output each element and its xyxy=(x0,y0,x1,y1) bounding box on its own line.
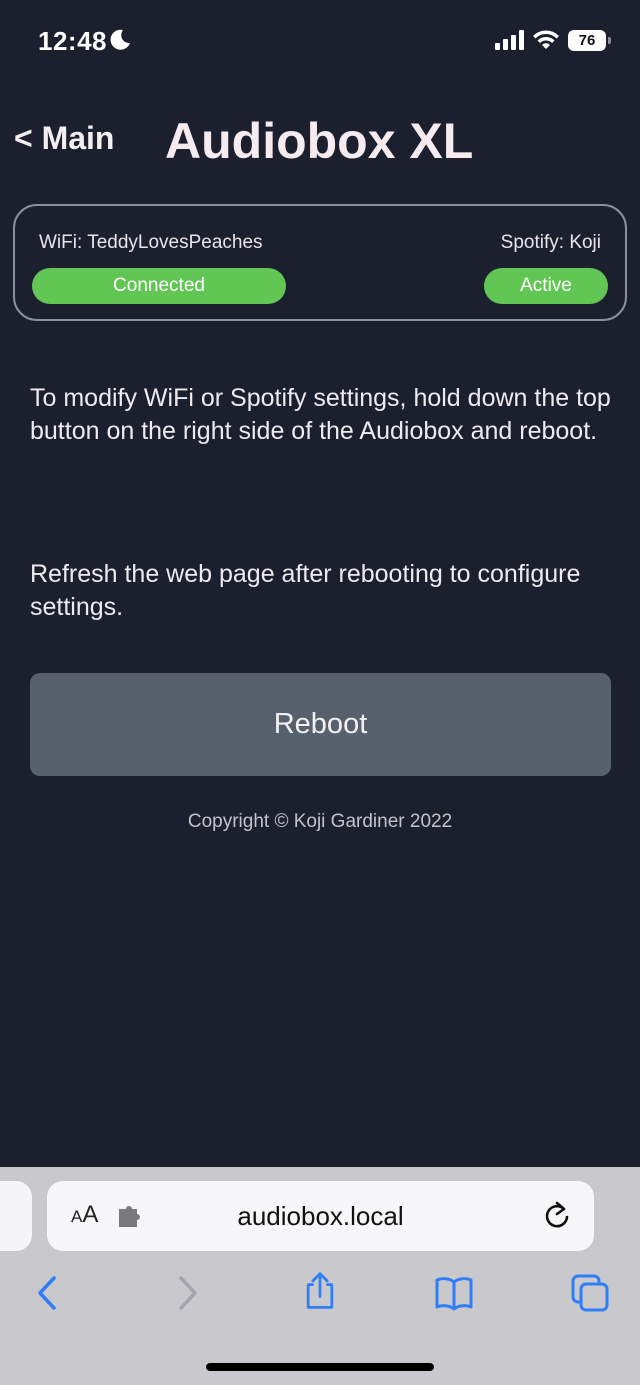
page-title: Audiobox XL xyxy=(165,113,474,169)
wifi-icon xyxy=(533,30,559,49)
previous-tab-preview[interactable] xyxy=(0,1181,32,1251)
wifi-network-label: WiFi: TeddyLovesPeaches xyxy=(39,232,263,253)
spotify-status-badge: Active xyxy=(484,268,608,304)
url-text: audiobox.local xyxy=(237,1201,404,1231)
battery-icon: 76 xyxy=(568,30,612,51)
address-bar[interactable]: AA audiobox.local xyxy=(47,1181,594,1251)
settings-instructions: To modify WiFi or Spotify settings, hold… xyxy=(30,384,611,445)
bookmarks-icon[interactable] xyxy=(434,1273,474,1313)
battery-level: 76 xyxy=(568,30,606,51)
status-bar: 12:48 76 xyxy=(0,0,640,80)
tabs-icon[interactable] xyxy=(570,1273,610,1313)
clock-time: 12:48 xyxy=(38,26,107,56)
wifi-status-badge: Connected xyxy=(32,268,286,304)
moon-icon xyxy=(110,29,130,50)
connection-status-card: WiFi: TeddyLovesPeaches Spotify: Koji Co… xyxy=(13,204,627,321)
reboot-button[interactable]: Reboot xyxy=(30,673,611,776)
cellular-signal-icon xyxy=(495,30,524,50)
home-indicator xyxy=(206,1363,434,1371)
spotify-account-label: Spotify: Koji xyxy=(500,232,601,253)
battery-tip xyxy=(608,37,611,44)
browser-toolbar: AA audiobox.local xyxy=(0,1167,640,1385)
forward-arrow-icon[interactable] xyxy=(167,1273,207,1313)
back-to-main-link[interactable]: < Main xyxy=(14,120,114,157)
back-arrow-icon[interactable] xyxy=(28,1273,68,1313)
refresh-instructions: Refresh the web page after rebooting to … xyxy=(30,560,581,621)
share-icon[interactable] xyxy=(300,1271,340,1311)
reload-icon[interactable] xyxy=(542,1200,572,1232)
copyright-notice: Copyright © Koji Gardiner 2022 xyxy=(187,811,453,832)
